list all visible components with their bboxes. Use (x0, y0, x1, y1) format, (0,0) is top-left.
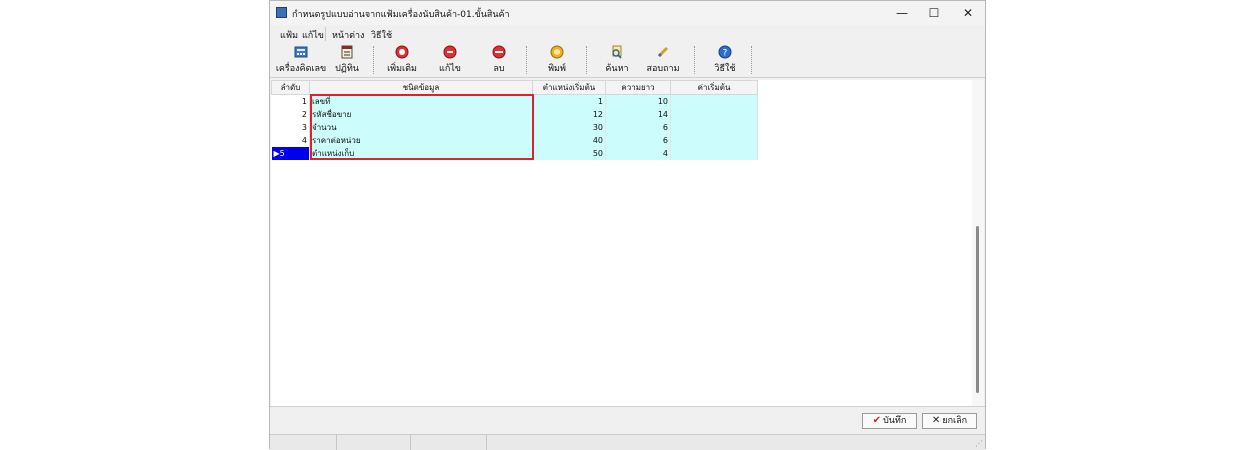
row-seq[interactable]: 4 (271, 134, 310, 147)
toolbar-separator (526, 46, 527, 74)
calculator-label: เครื่องคิดเลข (275, 64, 327, 74)
row-seq: 5 (279, 149, 285, 158)
calculator-button[interactable]: เครื่องคิดเลข (274, 45, 328, 75)
status-separator (336, 435, 337, 450)
save-label: บันทึก (883, 416, 907, 426)
toolbar: เครื่องคิดเลข ปฏิทิน เพิ่มเติม แก้ไข ลบ … (270, 43, 985, 78)
scrollbar-thumb[interactable] (976, 226, 979, 393)
col-header-length[interactable]: ความยาว (605, 80, 671, 95)
checkmark-icon: ✔ (872, 415, 882, 426)
add-button[interactable]: เพิ่มเติม (384, 45, 420, 75)
row-length[interactable]: 14 (605, 108, 671, 121)
search-icon (612, 45, 622, 59)
row-default[interactable] (670, 147, 758, 160)
status-bar: ⋰ (270, 434, 985, 450)
title-bar: กำหนดรูปแบบอ่านจากแฟ้มเครื่องนับสินค้า-0… (270, 1, 985, 25)
menu-window[interactable]: หน้าต่าง (332, 28, 364, 42)
calendar-label: ปฏิทิน (335, 64, 359, 74)
highlight-box (310, 94, 534, 160)
col-header-type[interactable]: ชนิดข้อมูล (309, 80, 533, 95)
vertical-scrollbar[interactable] (972, 80, 984, 406)
status-separator (486, 435, 487, 450)
print-label: พิมพ์ (548, 64, 566, 74)
row-start[interactable]: 50 (532, 147, 606, 160)
menu-file[interactable]: แฟ้ม (280, 28, 298, 42)
maximize-button[interactable]: ☐ (919, 4, 949, 22)
menu-separator (325, 27, 326, 41)
menu-edit[interactable]: แก้ไข (302, 28, 324, 42)
row-seq[interactable]: 2 (271, 108, 310, 121)
row-start[interactable]: 30 (532, 121, 606, 134)
edit-button[interactable]: แก้ไข (434, 45, 466, 75)
inquiry-label: สอบถาม (646, 64, 680, 74)
delete-label: ลบ (493, 64, 505, 74)
col-header-start[interactable]: ตำแหน่งเริ่มต้น (532, 80, 606, 95)
menu-help[interactable]: วิธีใช้ (371, 28, 392, 42)
minimize-button[interactable]: — (887, 4, 917, 22)
pencil-icon (657, 46, 669, 58)
row-length[interactable]: 6 (605, 134, 671, 147)
status-separator (410, 435, 411, 450)
cancel-button[interactable]: ✕ ยกเลิก (922, 413, 977, 429)
help-icon: ? (718, 45, 732, 59)
window-title: กำหนดรูปแบบอ่านจากแฟ้มเครื่องนับสินค้า-0… (292, 10, 510, 20)
svg-text:?: ? (723, 49, 728, 59)
row-seq-selected[interactable]: ▶5 (271, 147, 310, 160)
add-icon (395, 45, 409, 59)
delete-icon (492, 45, 506, 59)
x-icon: ✕ (931, 415, 941, 426)
edit-label: แก้ไข (439, 64, 461, 74)
app-icon (276, 7, 287, 18)
search-button[interactable]: ค้นหา (602, 45, 632, 75)
toolbar-separator (751, 46, 752, 74)
inquiry-button[interactable]: สอบถาม (646, 45, 680, 75)
row-length[interactable]: 10 (605, 94, 671, 108)
row-default[interactable] (670, 108, 758, 121)
calculator-icon (294, 46, 308, 58)
resize-grip-icon[interactable]: ⋰ (975, 439, 983, 448)
save-button[interactable]: ✔ บันทึก (862, 413, 917, 429)
button-bar: ✔ บันทึก ✕ ยกเลิก (270, 406, 985, 435)
cancel-label: ยกเลิก (942, 416, 968, 426)
toolbar-separator (586, 46, 587, 74)
search-label: ค้นหา (605, 64, 629, 74)
row-default[interactable] (670, 121, 758, 134)
row-seq[interactable]: 1 (271, 94, 310, 108)
app-window: กำหนดรูปแบบอ่านจากแฟ้มเครื่องนับสินค้า-0… (269, 0, 986, 450)
add-label: เพิ่มเติม (387, 64, 417, 74)
row-default[interactable] (670, 134, 758, 147)
help-label: วิธีใช้ (714, 64, 736, 74)
row-length[interactable]: 4 (605, 147, 671, 160)
row-start[interactable]: 12 (532, 108, 606, 121)
calendar-button[interactable]: ปฏิทิน (332, 45, 362, 75)
row-seq[interactable]: 3 (271, 121, 310, 134)
print-button[interactable]: พิมพ์ (542, 45, 572, 75)
data-grid: ลำดับ ชนิดข้อมูล ตำแหน่งเริ่มต้น ความยาว… (271, 80, 984, 406)
toolbar-separator (694, 46, 695, 74)
toolbar-separator (373, 46, 374, 74)
help-button[interactable]: ? วิธีใช้ (710, 45, 740, 75)
edit-icon (443, 45, 457, 59)
close-button[interactable]: ✕ (953, 4, 983, 22)
menu-bar: แฟ้ม แก้ไข หน้าต่าง วิธีใช้ (270, 25, 985, 43)
col-header-seq[interactable]: ลำดับ (271, 80, 310, 95)
calendar-icon (341, 45, 353, 59)
delete-button[interactable]: ลบ (484, 45, 514, 75)
col-header-default[interactable]: ค่าเริ่มต้น (670, 80, 758, 95)
row-default[interactable] (670, 94, 758, 108)
row-start[interactable]: 40 (532, 134, 606, 147)
row-length[interactable]: 6 (605, 121, 671, 134)
row-start[interactable]: 1 (532, 94, 606, 108)
print-icon (550, 45, 564, 59)
